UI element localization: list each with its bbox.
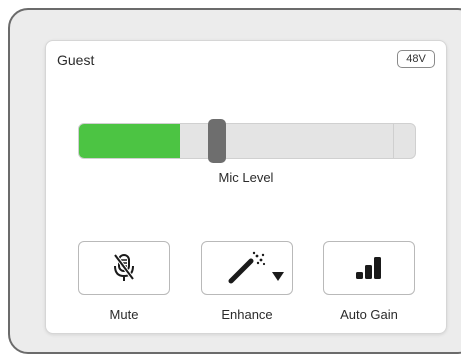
phantom-power-toggle[interactable]: 48V — [397, 50, 435, 68]
mic-level-label: Mic Level — [218, 170, 274, 185]
signal-level-fill — [79, 124, 180, 158]
enhance-label: Enhance — [221, 307, 273, 322]
gain-slider-handle[interactable] — [207, 119, 226, 163]
peak-marker — [393, 124, 395, 158]
mic-level-slider[interactable] — [78, 119, 416, 163]
auto-gain-button[interactable] — [323, 241, 415, 295]
channel-name: Guest — [57, 52, 95, 68]
auto-gain-label: Auto Gain — [340, 307, 398, 322]
mic-muted-icon — [113, 253, 135, 281]
magic-wand-icon — [228, 251, 266, 284]
mute-button[interactable] — [78, 241, 170, 295]
chevron-down-icon — [272, 272, 284, 281]
channel-card: Guest 48V Mic Level Mute Enhance Auto Ga… — [45, 40, 447, 334]
mute-label: Mute — [109, 307, 139, 322]
auto-gain-bars-icon — [356, 257, 381, 279]
enhance-button[interactable] — [201, 241, 293, 295]
